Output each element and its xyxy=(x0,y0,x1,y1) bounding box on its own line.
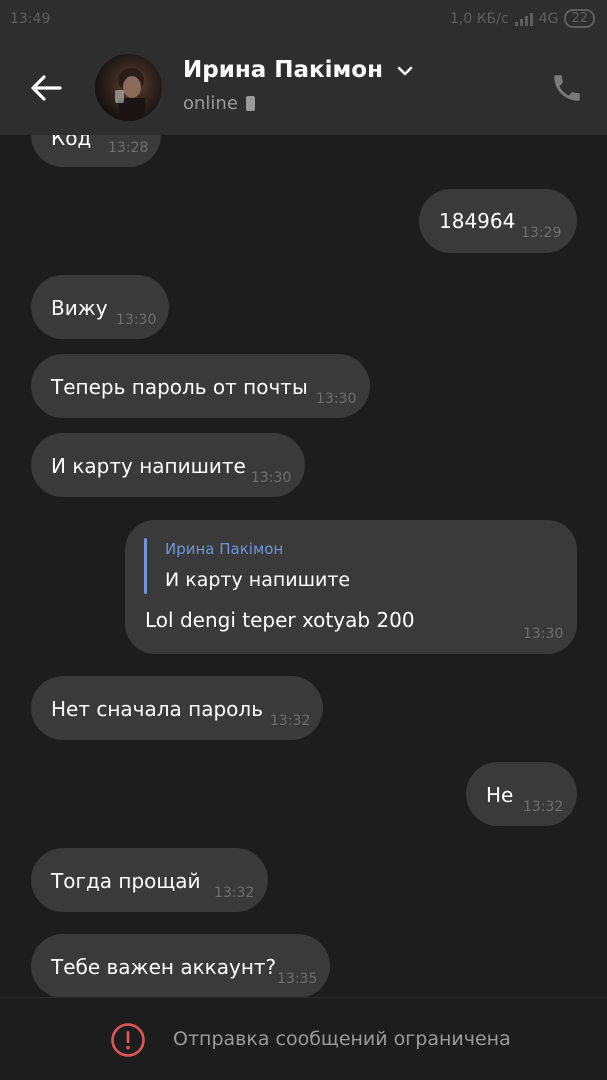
message-text: Код xyxy=(51,135,92,150)
message-outgoing[interactable]: 184964 13:29 xyxy=(419,189,577,253)
message-incoming[interactable]: Вижу 13:30 xyxy=(31,275,169,339)
message-incoming[interactable]: Тебе важен аккаунт? 13:35 xyxy=(31,934,330,997)
message-time: 13:30 xyxy=(116,312,157,328)
reply-author[interactable]: Ирина Пакімон xyxy=(165,540,283,558)
message-time: 13:30 xyxy=(251,470,292,486)
message-incoming[interactable]: Нет сначала пароль 13:32 xyxy=(31,676,323,740)
message-time: 13:30 xyxy=(523,626,564,642)
alert-circle-icon xyxy=(111,1023,145,1057)
message-time: 13:30 xyxy=(316,391,357,407)
message-outgoing[interactable]: Не 13:32 xyxy=(466,762,577,826)
phone-device-icon xyxy=(245,96,255,111)
status-indicators: 1,0 КБ/с 4G 22 xyxy=(450,9,595,28)
contact-name[interactable]: Ирина Пакімон xyxy=(183,57,413,83)
reply-quoted-text[interactable]: И карту напишите xyxy=(165,569,350,591)
message-text: Lol dengi teper xotyab 200 xyxy=(145,608,415,632)
message-text: 184964 xyxy=(439,209,516,233)
status-bar: 13:49 1,0 КБ/с 4G 22 xyxy=(0,0,607,40)
avatar-photo xyxy=(115,68,145,121)
chevron-down-icon[interactable] xyxy=(397,65,413,77)
message-text: Не xyxy=(486,783,514,807)
contact-name-text: Ирина Пакімон xyxy=(183,57,384,83)
message-incoming[interactable]: Тогда прощай 13:32 xyxy=(31,848,268,912)
message-text: И карту напишите xyxy=(51,454,246,478)
message-text: Теперь пароль от почты xyxy=(51,375,308,399)
reply-accent-bar xyxy=(144,538,147,594)
phone-icon[interactable] xyxy=(550,71,584,105)
message-incoming[interactable]: Код 13:28 xyxy=(31,135,161,167)
message-time: 13:32 xyxy=(214,885,255,901)
status-time: 13:49 xyxy=(10,11,51,27)
contact-status: online xyxy=(183,93,255,114)
battery-badge: 22 xyxy=(564,9,595,28)
message-outgoing-reply[interactable]: Ирина Пакімон И карту напишите Lol dengi… xyxy=(125,520,577,654)
message-text: Нет сначала пароль xyxy=(51,697,263,721)
message-incoming[interactable]: И карту напишите 13:30 xyxy=(31,433,305,497)
message-incoming[interactable]: Теперь пароль от почты 13:30 xyxy=(31,354,370,418)
message-text: Тогда прощай xyxy=(51,869,201,893)
restriction-message: Отправка сообщений ограничена xyxy=(173,1028,511,1050)
message-time: 13:28 xyxy=(108,140,149,156)
arrow-left-icon[interactable] xyxy=(26,68,66,108)
message-text: Вижу xyxy=(51,296,108,320)
message-time: 13:32 xyxy=(523,799,564,815)
message-list[interactable]: Код 13:28 184964 13:29 Вижу 13:30 Теперь… xyxy=(0,135,607,997)
message-text: Тебе важен аккаунт? xyxy=(51,955,277,979)
network-speed: 1,0 КБ/с xyxy=(450,10,509,27)
signal-icon xyxy=(514,12,533,26)
network-type: 4G xyxy=(538,10,559,27)
message-time: 13:29 xyxy=(521,225,562,241)
message-time: 13:32 xyxy=(270,713,311,729)
status-text: online xyxy=(183,93,238,114)
message-time: 13:35 xyxy=(277,971,318,987)
chat-header: Ирина Пакімон online xyxy=(0,40,607,135)
input-restricted-bar: Отправка сообщений ограничена xyxy=(0,997,607,1080)
avatar[interactable] xyxy=(95,54,162,121)
